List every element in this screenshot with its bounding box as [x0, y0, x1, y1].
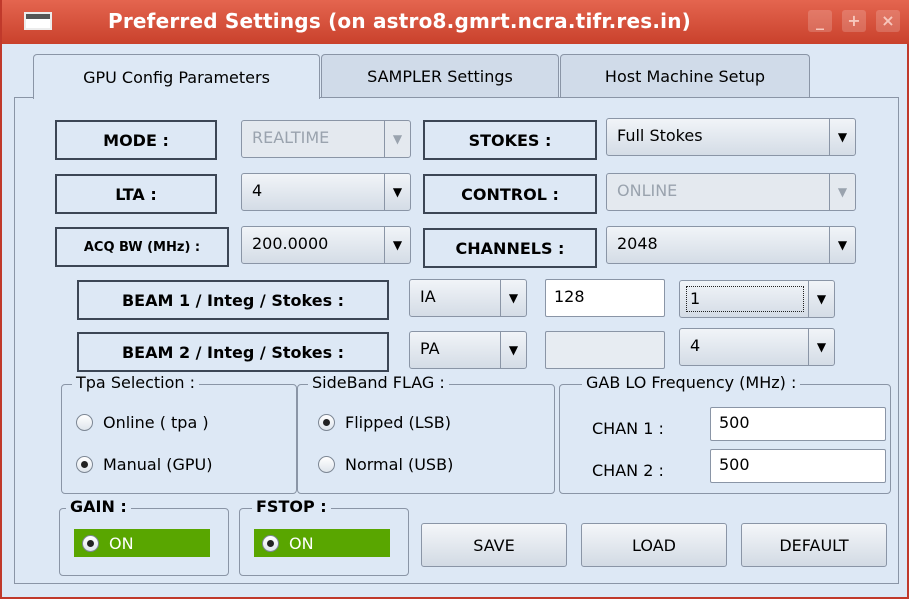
radio-icon[interactable] [318, 414, 335, 431]
radio-icon[interactable] [82, 534, 99, 552]
lta-select[interactable]: 4 ▼ [241, 173, 411, 211]
sideband-normal-label: Normal (USB) [345, 455, 454, 474]
gain-title: GAIN : [66, 497, 131, 516]
beam2-stokes-value: 4 [690, 336, 701, 355]
chevron-down-icon[interactable]: ▼ [829, 227, 855, 263]
beam1-integ-input[interactable]: 128 [545, 279, 665, 317]
beam2-stokes-select[interactable]: 4 ▼ [679, 328, 835, 366]
beam2-type-value: PA [420, 339, 440, 358]
chan1-label: CHAN 1 : [592, 419, 664, 438]
control-select: ONLINE ▼ [606, 173, 856, 211]
tpa-manual-radio[interactable]: Manual (GPU) [76, 455, 212, 474]
acq-bw-label: ACQ BW (MHz) : [55, 227, 229, 267]
fstop-group: FSTOP : ON [239, 497, 409, 576]
gab-lo-title: GAB LO Frequency (MHz) : [582, 373, 801, 392]
fstop-title: FSTOP : [252, 497, 331, 516]
beam1-stokes-value: 1 [686, 286, 804, 312]
gab-lo-frequency-group: GAB LO Frequency (MHz) : CHAN 1 : 500 CH… [559, 373, 891, 494]
sideband-flag-group: SideBand FLAG : Flipped (LSB) Normal (US… [297, 373, 555, 494]
tab-host-machine-setup[interactable]: Host Machine Setup [560, 54, 810, 98]
gpu-config-panel: MODE : REALTIME ▼ STOKES : Full Stokes ▼… [14, 97, 899, 584]
window-menu-icon[interactable] [24, 12, 52, 30]
tab-widget: GPU Config Parameters SAMPLER Settings H… [14, 54, 899, 584]
radio-icon[interactable] [262, 534, 279, 552]
load-button[interactable]: LOAD [581, 523, 727, 567]
chevron-down-icon[interactable]: ▼ [808, 281, 834, 317]
beam1-stokes-select[interactable]: 1 ▼ [679, 280, 835, 318]
beam1-type-select[interactable]: IA ▼ [409, 279, 527, 317]
chan2-input[interactable]: 500 [710, 449, 886, 483]
mode-select: REALTIME ▼ [241, 120, 411, 158]
default-button[interactable]: DEFAULT [741, 523, 887, 567]
fstop-on-toggle[interactable]: ON [254, 529, 390, 557]
chevron-down-icon[interactable]: ▼ [384, 174, 410, 210]
tpa-selection-title: Tpa Selection : [72, 373, 200, 392]
fstop-state: ON [289, 533, 314, 553]
minimize-button[interactable]: _ [808, 10, 832, 32]
channels-label: CHANNELS : [423, 228, 597, 268]
chevron-down-icon: ▼ [384, 121, 410, 157]
radio-icon[interactable] [76, 414, 93, 431]
chevron-down-icon[interactable]: ▼ [500, 332, 526, 368]
stokes-select[interactable]: Full Stokes ▼ [606, 118, 856, 156]
channels-value: 2048 [617, 234, 658, 253]
gain-on-toggle[interactable]: ON [74, 529, 210, 557]
radio-icon[interactable] [76, 456, 93, 473]
close-button[interactable]: × [876, 10, 900, 32]
acq-bw-value: 200.0000 [252, 234, 329, 253]
sideband-flag-title: SideBand FLAG : [308, 373, 449, 392]
channels-select[interactable]: 2048 ▼ [606, 226, 856, 264]
lta-value: 4 [252, 181, 263, 200]
beam2-integ-input [545, 331, 665, 369]
stokes-value: Full Stokes [617, 126, 703, 145]
sideband-flipped-radio[interactable]: Flipped (LSB) [318, 413, 451, 432]
acq-bw-select[interactable]: 200.0000 ▼ [241, 226, 411, 264]
tab-gpu-config[interactable]: GPU Config Parameters [33, 54, 320, 99]
radio-icon[interactable] [318, 456, 335, 473]
window-title: Preferred Settings (on astro8.gmrt.ncra.… [108, 9, 691, 33]
control-label: CONTROL : [423, 174, 597, 214]
chevron-down-icon[interactable]: ▼ [500, 280, 526, 316]
chan2-label: CHAN 2 : [592, 461, 664, 480]
tab-sampler-settings[interactable]: SAMPLER Settings [321, 54, 559, 98]
save-button[interactable]: SAVE [421, 523, 567, 567]
chevron-down-icon[interactable]: ▼ [829, 119, 855, 155]
lta-label: LTA : [55, 174, 217, 214]
mode-value: REALTIME [252, 128, 330, 147]
chevron-down-icon[interactable]: ▼ [808, 329, 834, 365]
stokes-label: STOKES : [423, 120, 597, 160]
gain-group: GAIN : ON [59, 497, 229, 576]
tpa-manual-label: Manual (GPU) [103, 455, 213, 474]
maximize-button[interactable]: + [842, 10, 866, 32]
beam2-type-select[interactable]: PA ▼ [409, 331, 527, 369]
chevron-down-icon: ▼ [829, 174, 855, 210]
tpa-selection-group: Tpa Selection : Online ( tpa ) Manual (G… [61, 373, 297, 494]
tpa-online-radio[interactable]: Online ( tpa ) [76, 413, 209, 432]
preferred-settings-window: Preferred Settings (on astro8.gmrt.ncra.… [0, 0, 909, 599]
gain-state: ON [109, 533, 134, 553]
mode-label: MODE : [55, 120, 217, 160]
title-bar[interactable]: Preferred Settings (on astro8.gmrt.ncra.… [2, 0, 909, 44]
beam2-label: BEAM 2 / Integ / Stokes : [77, 332, 389, 372]
beam1-label: BEAM 1 / Integ / Stokes : [77, 280, 389, 320]
control-value: ONLINE [617, 181, 678, 200]
chan1-input[interactable]: 500 [710, 407, 886, 441]
sideband-flipped-label: Flipped (LSB) [345, 413, 452, 432]
tpa-online-label: Online ( tpa ) [103, 413, 209, 432]
sideband-normal-radio[interactable]: Normal (USB) [318, 455, 453, 474]
beam1-type-value: IA [420, 287, 436, 306]
chevron-down-icon[interactable]: ▼ [384, 227, 410, 263]
